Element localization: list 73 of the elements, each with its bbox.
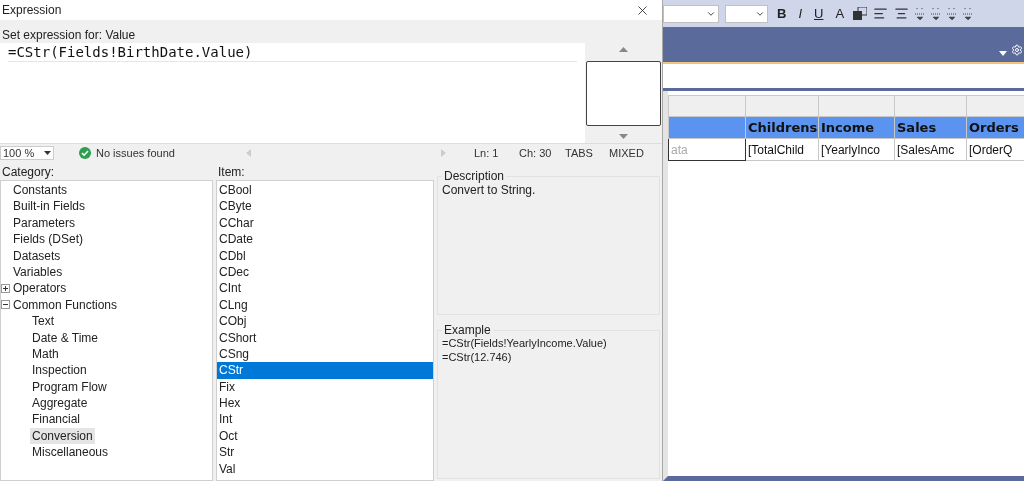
function-item[interactable]: CDate bbox=[217, 231, 433, 248]
description-title: Description bbox=[443, 169, 506, 183]
function-item[interactable]: Hex bbox=[217, 395, 433, 412]
function-item[interactable]: CChar bbox=[217, 214, 433, 232]
category-item[interactable]: Fields (DSet) bbox=[11, 231, 85, 248]
category-item[interactable]: Program Flow bbox=[30, 378, 109, 396]
dropdown-icon[interactable] bbox=[999, 51, 1007, 56]
border-icon[interactable] bbox=[915, 5, 926, 22]
border-icon[interactable] bbox=[963, 5, 974, 22]
line-endings: MIXED bbox=[609, 146, 644, 159]
format-button[interactable]: A bbox=[832, 6, 848, 21]
item-label: Item: bbox=[217, 164, 246, 180]
category-item[interactable]: Math bbox=[30, 345, 61, 363]
column-number: Ch: 30 bbox=[519, 146, 553, 159]
category-item[interactable]: Variables bbox=[11, 263, 65, 281]
function-item[interactable]: Val bbox=[217, 460, 433, 478]
category-item[interactable]: Datasets bbox=[11, 247, 63, 264]
settings-icon[interactable] bbox=[1011, 44, 1023, 56]
category-item[interactable]: Inspection bbox=[30, 362, 89, 379]
expand-icon[interactable] bbox=[1, 284, 10, 294]
function-item[interactable]: CDec bbox=[217, 263, 433, 281]
function-item[interactable]: CShort bbox=[217, 329, 433, 346]
category-item[interactable]: Aggregate bbox=[30, 395, 90, 412]
category-item[interactable]: Financial bbox=[30, 411, 83, 428]
expression-prompt: Set expression for: Value bbox=[1, 27, 137, 43]
function-item[interactable]: Str bbox=[217, 444, 433, 461]
category-item[interactable]: Miscellaneous bbox=[30, 444, 111, 461]
format-button[interactable]: I bbox=[795, 6, 805, 21]
scroll-down-icon[interactable] bbox=[619, 134, 628, 139]
category-item[interactable]: Operators bbox=[11, 280, 69, 297]
line-number: Ln: 1 bbox=[474, 146, 500, 159]
collapse-icon[interactable] bbox=[1, 300, 10, 310]
category-item[interactable]: Parameters bbox=[11, 214, 78, 232]
category-item[interactable]: Common Functions bbox=[11, 296, 120, 314]
function-item[interactable]: CDbl bbox=[217, 247, 433, 264]
function-item[interactable]: CInt bbox=[217, 280, 433, 297]
zoom-dropdown[interactable]: 100 % bbox=[0, 145, 54, 160]
border-icon[interactable] bbox=[931, 5, 942, 22]
scroll-up-icon[interactable] bbox=[619, 47, 628, 52]
table-cell bbox=[966, 95, 1024, 117]
description-text: Convert to String. bbox=[442, 183, 537, 197]
category-label: Category: bbox=[1, 164, 56, 180]
function-item[interactable]: CStr bbox=[217, 362, 433, 379]
function-item[interactable]: CByte bbox=[217, 198, 433, 215]
window-title: Expression bbox=[2, 3, 62, 17]
expression-editor[interactable]: =CStr(Fields!BirthDate.Value) bbox=[8, 44, 577, 62]
function-item[interactable]: CSng bbox=[217, 345, 433, 363]
category-item[interactable]: Date & Time bbox=[30, 329, 101, 346]
category-item[interactable]: Text bbox=[30, 313, 56, 330]
category-item[interactable]: Constants bbox=[11, 182, 70, 199]
border-icon[interactable] bbox=[947, 5, 958, 22]
function-item[interactable]: Int bbox=[217, 411, 433, 428]
function-item[interactable]: CBool bbox=[217, 182, 433, 199]
caret-icon bbox=[44, 150, 51, 155]
align-center-icon[interactable] bbox=[894, 6, 910, 21]
check-icon bbox=[79, 146, 91, 159]
format-button[interactable]: U bbox=[811, 6, 827, 21]
function-item[interactable]: CObj bbox=[217, 313, 433, 330]
example-code: =CStr(12.746) bbox=[442, 351, 513, 363]
indent-mode: TABS bbox=[565, 146, 594, 159]
issues-status: No issues found bbox=[96, 146, 176, 159]
example-code: =CStr(Fields!YearlyIncome.Value) bbox=[442, 337, 608, 349]
table-cell: ata bbox=[668, 138, 746, 161]
example-title: Example bbox=[443, 323, 492, 337]
category-item[interactable]: Conversion bbox=[30, 427, 95, 445]
format-button[interactable]: B bbox=[774, 6, 790, 21]
function-item[interactable]: CLng bbox=[217, 296, 433, 314]
category-item[interactable]: Built-in Fields bbox=[11, 198, 88, 215]
function-item[interactable]: Fix bbox=[217, 378, 433, 396]
fill-color-icon[interactable] bbox=[853, 7, 868, 20]
minimap-view[interactable] bbox=[586, 60, 661, 126]
align-left-icon[interactable] bbox=[873, 6, 889, 21]
function-item[interactable]: Oct bbox=[217, 427, 433, 445]
